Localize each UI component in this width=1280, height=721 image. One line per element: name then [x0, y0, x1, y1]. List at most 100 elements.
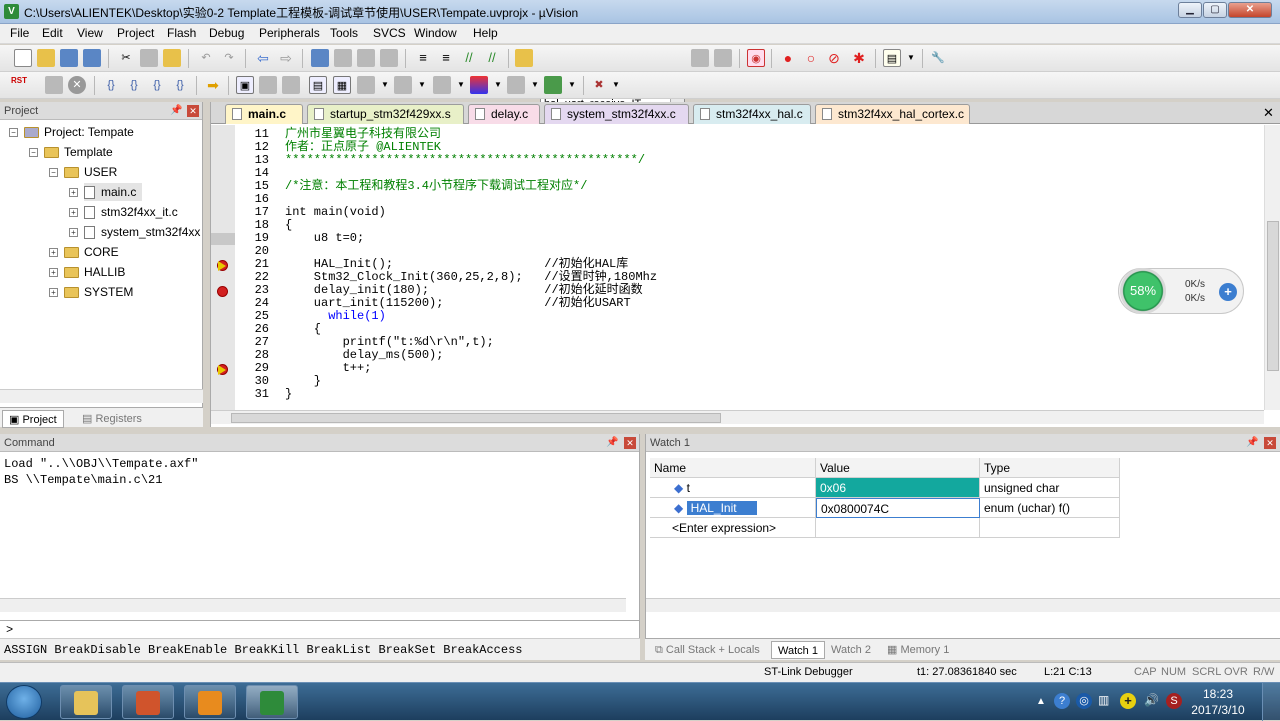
disassembly-window-icon[interactable]	[259, 76, 277, 94]
toolbox-icon[interactable]: ✖	[590, 76, 608, 94]
tree-group-system[interactable]: SYSTEM	[64, 283, 133, 301]
bookmark-icon[interactable]	[311, 49, 329, 67]
code-area[interactable]: 11 广州市星翼电子科技有限公司 12 作者：正点原子 @ALIENTEK 13 **…	[235, 125, 1265, 410]
comment-icon[interactable]: //	[460, 49, 478, 67]
trace-window-icon[interactable]	[507, 76, 525, 94]
tab-memory-1[interactable]: ▦ Memory 1	[881, 641, 955, 659]
redo-icon[interactable]: ↷	[220, 49, 238, 67]
project-hscrollbar[interactable]	[0, 389, 203, 403]
symbols-window-icon[interactable]	[282, 76, 300, 94]
memory-window-icon[interactable]	[394, 76, 412, 94]
step-into-icon[interactable]: {}	[102, 76, 120, 94]
menu-svcs[interactable]: SVCS	[373, 26, 406, 40]
debug-session-icon[interactable]: ◉	[747, 49, 765, 67]
collapse-icon[interactable]: −	[49, 168, 58, 177]
pin-icon[interactable]: 📌	[170, 105, 182, 117]
incremental-find-icon[interactable]	[714, 49, 732, 67]
chevron-down-icon[interactable]: ▼	[607, 76, 625, 94]
net-speed-widget[interactable]: 58% 0K/s 0K/s +	[1118, 268, 1244, 314]
serial-window-icon[interactable]	[433, 76, 451, 94]
tab-watch-2[interactable]: Watch 2	[825, 641, 877, 659]
find-icon[interactable]	[691, 49, 709, 67]
chevron-down-icon[interactable]: ▼	[526, 76, 544, 94]
menu-view[interactable]: View	[77, 26, 103, 40]
network-status-icon[interactable]: +	[1120, 693, 1136, 709]
open-folder-icon[interactable]	[37, 49, 55, 67]
insert-breakpoint-icon[interactable]: ●	[779, 49, 797, 67]
run-icon[interactable]	[45, 76, 63, 94]
help-icon[interactable]: ?	[1054, 693, 1070, 709]
close-icon[interactable]: ✕	[624, 437, 636, 449]
watch-row-name[interactable]: ◆ HAL_Init	[650, 498, 816, 518]
globe-icon[interactable]: ◎	[1076, 693, 1092, 709]
tree-root[interactable]: Project: Tempate	[24, 123, 134, 141]
close-button[interactable]: ✕	[1228, 2, 1272, 18]
scroll-thumb[interactable]	[231, 413, 721, 423]
uncomment-icon[interactable]: //	[483, 49, 501, 67]
undo-icon[interactable]: ↶	[197, 49, 215, 67]
unindent-icon[interactable]: ≡	[437, 49, 455, 67]
tree-file-main[interactable]: main.c	[84, 183, 143, 201]
system-viewer-icon[interactable]	[544, 76, 562, 94]
tab-project[interactable]: ▣ Project	[2, 410, 64, 428]
editor-gutter[interactable]	[211, 125, 235, 410]
reset-icon[interactable]: RST	[10, 76, 28, 94]
enable-breakpoint-icon[interactable]: ○	[802, 49, 820, 67]
chevron-down-icon[interactable]: ▼	[563, 76, 581, 94]
analysis-window-icon[interactable]	[470, 76, 488, 94]
editor-vscrollbar[interactable]	[1264, 125, 1280, 410]
window-layout-icon[interactable]: ▤	[883, 49, 901, 67]
column-header-type[interactable]: Type	[980, 458, 1120, 478]
kill-breakpoints-icon[interactable]: ✱	[850, 49, 868, 67]
next-bookmark-icon[interactable]	[357, 49, 375, 67]
watch-row-value-edit[interactable]: 0x0800074C	[816, 498, 980, 518]
volume-icon[interactable]: 🔊	[1144, 693, 1160, 709]
run-to-cursor-icon[interactable]: {}	[171, 76, 189, 94]
tree-group-hallib[interactable]: HALLIB	[64, 263, 125, 281]
nav-forward-icon[interactable]: ⇨	[277, 49, 295, 67]
configure-icon[interactable]: 🔧	[929, 49, 947, 67]
new-file-icon[interactable]	[14, 49, 32, 67]
taskbar-uvision[interactable]	[246, 685, 298, 719]
indent-icon[interactable]: ≡	[414, 49, 432, 67]
disable-breakpoints-icon[interactable]: ⊘	[825, 49, 843, 67]
column-header-value[interactable]: Value	[816, 458, 980, 478]
clear-bookmarks-icon[interactable]	[380, 49, 398, 67]
security-icon[interactable]: S	[1166, 693, 1182, 709]
column-header-name[interactable]: Name	[650, 458, 816, 478]
tray-arrow-icon[interactable]: ▲	[1036, 696, 1048, 708]
step-over-icon[interactable]: {}	[125, 76, 143, 94]
cut-icon[interactable]: ✂	[117, 49, 135, 67]
registers-window-icon[interactable]: ▤	[309, 76, 327, 94]
show-next-statement-icon[interactable]: ➡	[204, 76, 222, 94]
expand-icon[interactable]: +	[69, 188, 78, 197]
chevron-down-icon[interactable]: ▼	[376, 76, 394, 94]
tree-group-user[interactable]: USER	[64, 163, 117, 181]
close-icon[interactable]: ✕	[1263, 105, 1274, 121]
show-desktop-button[interactable]	[1262, 683, 1280, 721]
taskbar-clock[interactable]: 18:23 2017/3/10	[1188, 686, 1248, 718]
tab-call-stack[interactable]: ⧉ Call Stack + Locals	[649, 641, 766, 659]
menu-help[interactable]: Help	[473, 26, 498, 40]
nav-back-icon[interactable]: ⇦	[254, 49, 272, 67]
close-icon[interactable]: ✕	[187, 105, 199, 117]
watch-row-value[interactable]: 0x06	[816, 478, 980, 498]
maximize-button[interactable]: ▢	[1203, 2, 1227, 18]
step-out-icon[interactable]: {}	[148, 76, 166, 94]
network-icon[interactable]: ▥	[1098, 693, 1114, 709]
menu-project[interactable]: Project	[117, 26, 154, 40]
menu-tools[interactable]: Tools	[330, 26, 358, 40]
chevron-down-icon[interactable]: ▼	[452, 76, 470, 94]
scroll-thumb[interactable]	[1267, 221, 1279, 371]
expand-icon[interactable]: +	[49, 248, 58, 257]
tab-system-c[interactable]: system_stm32f4xx.c	[544, 104, 689, 124]
expand-icon[interactable]: +	[49, 288, 58, 297]
prev-bookmark-icon[interactable]	[334, 49, 352, 67]
command-window-icon[interactable]: ▣	[236, 76, 254, 94]
pin-icon[interactable]: 📌	[606, 437, 618, 449]
minimize-button[interactable]: ▁	[1178, 2, 1202, 18]
close-icon[interactable]: ✕	[1264, 437, 1276, 449]
menu-debug[interactable]: Debug	[209, 26, 244, 40]
command-input[interactable]: >	[0, 620, 640, 638]
tab-hal-c[interactable]: stm32f4xx_hal.c	[693, 104, 811, 124]
